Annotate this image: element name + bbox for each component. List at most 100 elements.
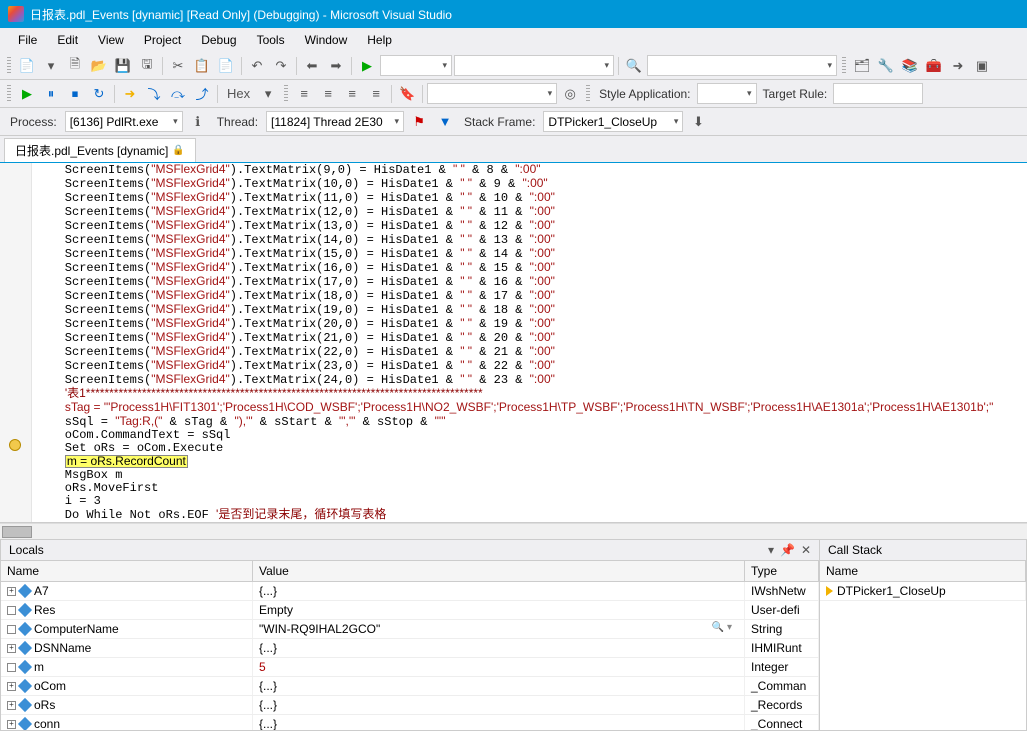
col-name[interactable]: Name xyxy=(1,561,253,581)
menu-edit[interactable]: Edit xyxy=(47,29,88,51)
expander-icon[interactable] xyxy=(7,606,16,615)
outdent-button[interactable]: ≡ xyxy=(293,83,315,105)
style-app-combo[interactable]: ▾ xyxy=(697,83,757,104)
stack-combo[interactable]: DTPicker1_CloseUp▾ xyxy=(543,111,683,132)
redo-button[interactable]: ↷ xyxy=(270,55,292,77)
menu-bar: File Edit View Project Debug Tools Windo… xyxy=(0,28,1027,52)
show-next-stmt-button[interactable]: ➜ xyxy=(119,83,141,105)
expander-icon[interactable]: + xyxy=(7,644,16,653)
output-dropdown-button[interactable]: ▾ xyxy=(257,83,279,105)
config-combo[interactable]: ▾ xyxy=(380,55,452,76)
menu-tools[interactable]: Tools xyxy=(247,29,295,51)
solution-explorer-button[interactable]: 🗂 xyxy=(851,55,873,77)
target-rule-combo[interactable] xyxy=(833,83,923,104)
expander-icon[interactable]: + xyxy=(7,587,16,596)
uncomment-button[interactable]: ≡ xyxy=(365,83,387,105)
nav-back-button[interactable]: ⬅ xyxy=(301,55,323,77)
menu-project[interactable]: Project xyxy=(134,29,191,51)
menu-help[interactable]: Help xyxy=(357,29,402,51)
thread-filter-button[interactable]: ▼ xyxy=(434,111,456,133)
cut-button[interactable]: ✂ xyxy=(167,55,189,77)
properties-button[interactable]: 🔧 xyxy=(875,55,897,77)
callstack-header: Call Stack xyxy=(820,540,1026,561)
bookmark-button[interactable]: 🔖 xyxy=(396,83,418,105)
table-row[interactable]: +oCom{...}_Comman xyxy=(1,677,819,696)
hex-button[interactable]: Hex xyxy=(222,83,255,105)
copy-button[interactable]: 📋 xyxy=(191,55,213,77)
start-page-button[interactable]: ➜ xyxy=(947,55,969,77)
table-row[interactable]: ResEmptyUser-defi xyxy=(1,601,819,620)
col-value[interactable]: Value xyxy=(253,561,745,581)
expander-icon[interactable]: + xyxy=(7,701,16,710)
col-name[interactable]: Name xyxy=(820,561,1026,581)
table-row[interactable]: ComputerName"WIN-RQ9IHAL2GCO"🔍 ▾String xyxy=(1,620,819,639)
object-browser-button[interactable]: 📚 xyxy=(899,55,921,77)
thread-label: Thread: xyxy=(213,115,262,129)
stack-down-button[interactable]: ⬇ xyxy=(687,111,709,133)
open-button[interactable]: 📂 xyxy=(88,55,110,77)
menu-debug[interactable]: Debug xyxy=(191,29,246,51)
paste-button[interactable]: 📄 xyxy=(215,55,237,77)
other-windows-button[interactable]: ▣ xyxy=(971,55,993,77)
thread-flag-button[interactable]: ⚑ xyxy=(408,111,430,133)
code-editor[interactable]: ScreenItems("MSFlexGrid4").TextMatrix(9,… xyxy=(0,163,1027,523)
expander-icon[interactable]: + xyxy=(7,682,16,691)
undo-button[interactable]: ↶ xyxy=(246,55,268,77)
horizontal-scrollbar[interactable] xyxy=(0,523,1027,539)
diamond-icon xyxy=(18,679,32,693)
table-row[interactable]: +DSNName{...}IHMIRunt xyxy=(1,639,819,658)
comment-button[interactable]: ≡ xyxy=(341,83,363,105)
break-all-button[interactable]: ⏸ xyxy=(40,83,62,105)
locals-title: Locals xyxy=(9,543,44,557)
save-button[interactable]: 💾 xyxy=(112,55,134,77)
stop-debug-button[interactable]: ⏹ xyxy=(64,83,86,105)
doctype-combo[interactable]: ▾ xyxy=(427,83,557,104)
expander-icon[interactable]: + xyxy=(7,720,16,729)
diamond-icon xyxy=(18,603,32,617)
step-into-button[interactable]: ⤵ xyxy=(143,83,165,105)
menu-view[interactable]: View xyxy=(88,29,134,51)
target-button[interactable]: ◎ xyxy=(559,83,581,105)
var-name: A7 xyxy=(34,584,49,598)
platform-combo[interactable]: ▾ xyxy=(454,55,614,76)
step-over-button[interactable]: ⤼ xyxy=(167,83,189,105)
indent-button[interactable]: ≡ xyxy=(317,83,339,105)
menu-window[interactable]: Window xyxy=(295,29,358,51)
breakpoint-icon[interactable] xyxy=(9,439,21,451)
find-button[interactable]: 🔍 xyxy=(623,55,645,77)
table-row[interactable]: DTPicker1_CloseUp xyxy=(820,582,1026,601)
process-combo[interactable]: [6136] PdlRt.exe▾ xyxy=(65,111,183,132)
var-value: {...} xyxy=(259,641,277,655)
pin-icon[interactable]: 📌 xyxy=(780,543,795,557)
scrollbar-thumb[interactable] xyxy=(2,526,32,538)
add-item-button[interactable]: 🗎 xyxy=(64,55,86,77)
expander-icon[interactable] xyxy=(7,625,16,634)
toolbox-button[interactable]: 🧰 xyxy=(923,55,945,77)
find-combo[interactable]: ▾ xyxy=(647,55,837,76)
continue-button[interactable]: ▶ xyxy=(16,83,38,105)
callstack-columns: Name xyxy=(820,561,1026,582)
nav-fwd-button[interactable]: ➡ xyxy=(325,55,347,77)
new-dropdown-button[interactable]: ▾ xyxy=(40,55,62,77)
start-debug-button[interactable]: ▶ xyxy=(356,55,378,77)
restart-button[interactable]: ↻ xyxy=(88,83,110,105)
code-content[interactable]: ScreenItems("MSFlexGrid4").TextMatrix(9,… xyxy=(32,163,1027,522)
close-icon[interactable]: ✕ xyxy=(801,543,811,557)
var-type: IWshNetw xyxy=(745,582,819,600)
document-tab[interactable]: 日报表.pdl_Events [dynamic] 🔒 xyxy=(4,138,196,162)
window-title: 日报表.pdl_Events [dynamic] [Read Only] (De… xyxy=(30,6,452,23)
table-row[interactable]: m5Integer xyxy=(1,658,819,677)
step-out-button[interactable]: ⤴ xyxy=(191,83,213,105)
col-type[interactable]: Type xyxy=(745,561,819,581)
process-info-button[interactable]: ℹ xyxy=(187,111,209,133)
table-row[interactable]: +oRs{...}_Records xyxy=(1,696,819,715)
expander-icon[interactable] xyxy=(7,663,16,672)
menu-file[interactable]: File xyxy=(8,29,47,51)
dropdown-icon[interactable]: ▾ xyxy=(768,543,774,557)
table-row[interactable]: +A7{...}IWshNetw xyxy=(1,582,819,601)
new-file-button[interactable]: 📄 xyxy=(16,55,38,77)
magnifier-icon[interactable]: 🔍 ▾ xyxy=(712,622,738,636)
thread-combo[interactable]: [11824] Thread 2E30▾ xyxy=(266,111,404,132)
save-all-button[interactable]: 🖫 xyxy=(136,55,158,77)
table-row[interactable]: +conn{...}_Connect xyxy=(1,715,819,730)
